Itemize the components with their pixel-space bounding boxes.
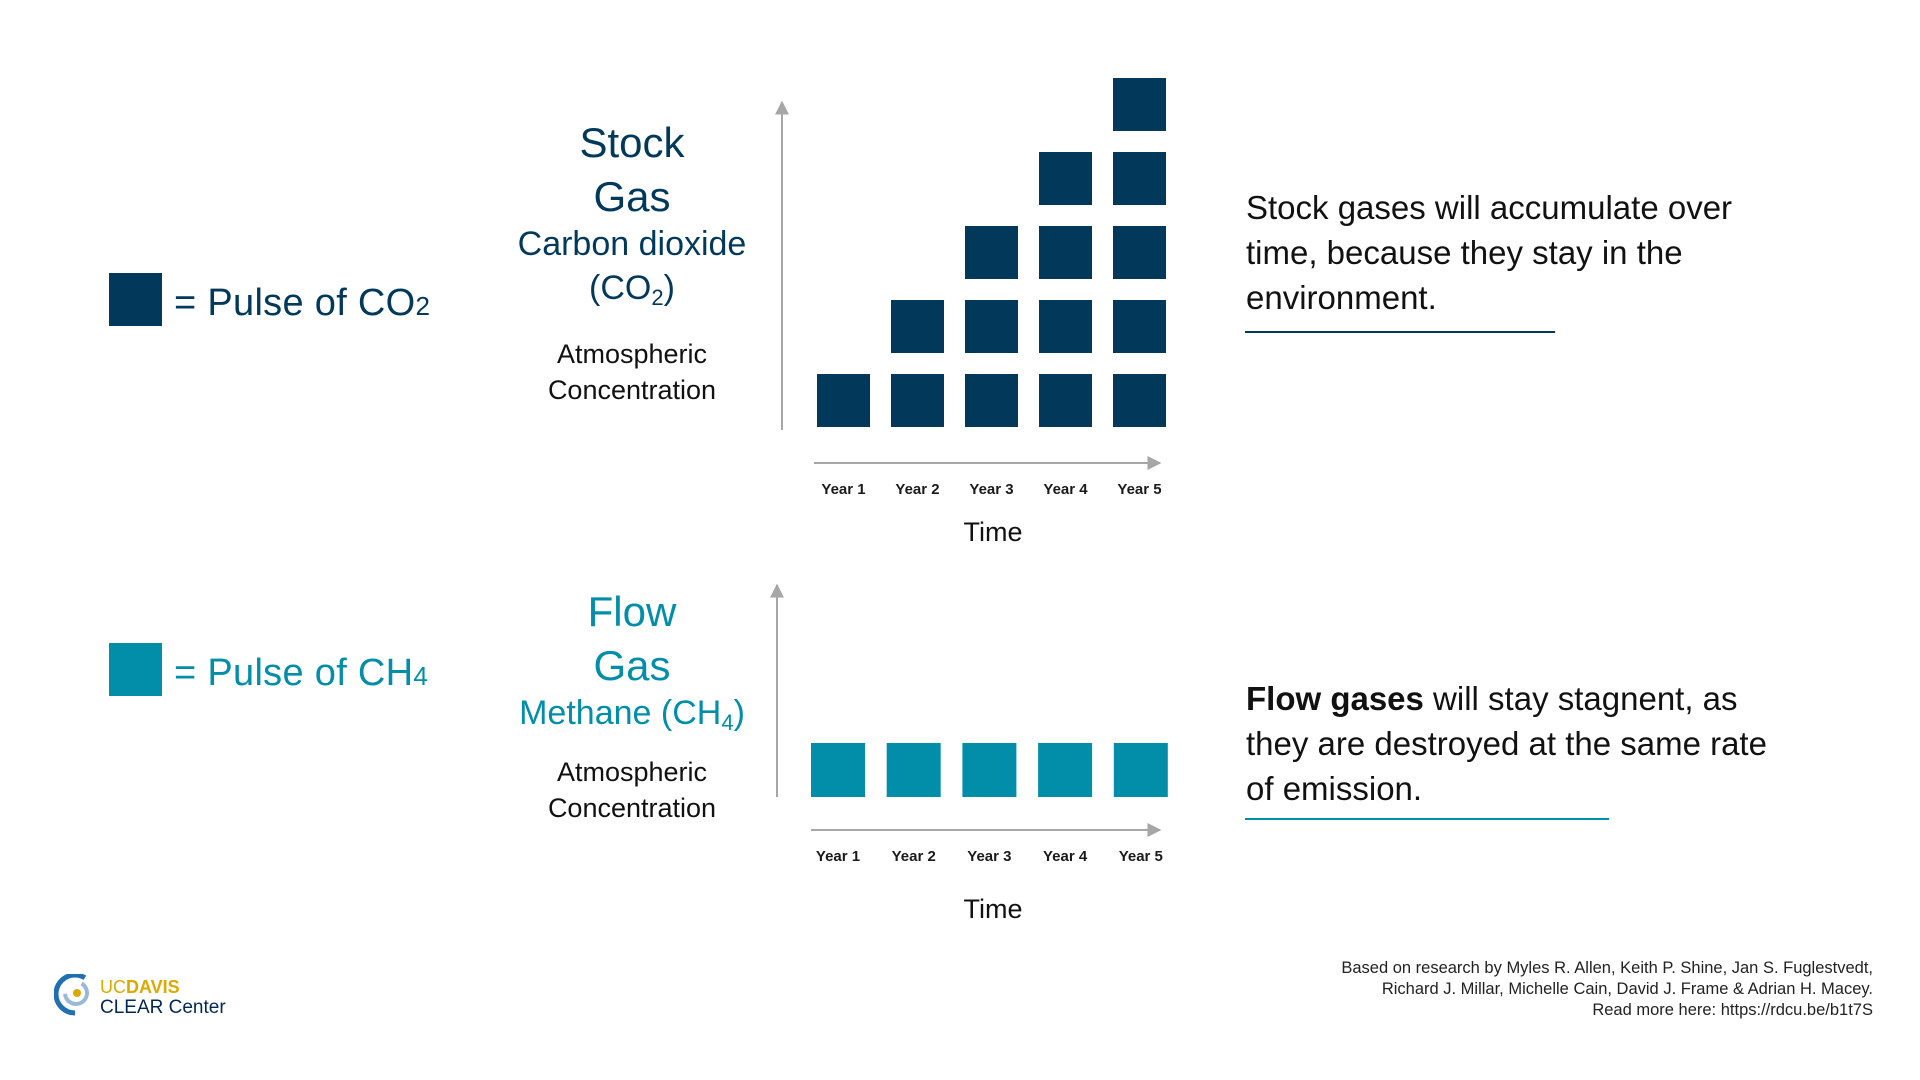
credits-link[interactable]: Read more here: https://rdcu.be/b1t7S <box>1341 1000 1873 1021</box>
logo-clear-center: CLEAR Center <box>100 997 226 1018</box>
stock-description-underline <box>1245 331 1555 333</box>
pulse-square <box>1113 743 1168 797</box>
logo-swirl-icon <box>54 974 97 1016</box>
logo-davis: DAVIS <box>126 977 180 997</box>
description-bold: Flow gases <box>1246 680 1424 717</box>
pulse-square <box>1039 300 1092 353</box>
x-tick-label: Year 1 <box>816 848 860 865</box>
stock-chart: Year 1 Year 2 Year 3 Year 4 Year 5 Time <box>775 78 1166 547</box>
credits-line: Richard J. Millar, Michelle Cain, David … <box>1381 980 1873 998</box>
x-tick-label: Year 2 <box>892 848 936 865</box>
logo-ucdavis: UCDAVIS <box>100 978 180 996</box>
pulse-square <box>1113 374 1166 427</box>
pulse-square <box>1038 743 1093 797</box>
flow-description-underline <box>1245 818 1609 820</box>
flow-chart: Year 1 Year 2 Year 3 Year 4 Year 5 Time <box>770 583 1168 924</box>
pulse-square <box>1039 374 1092 427</box>
pulse-square <box>1113 152 1166 205</box>
pulse-square <box>1113 226 1166 279</box>
pulse-square <box>817 374 870 427</box>
x-tick-label: Year 4 <box>1043 481 1088 498</box>
x-tick-label: Year 5 <box>1117 481 1161 498</box>
stock-description: Stock gases will accumulate over time, b… <box>1246 185 1806 320</box>
x-axis-title: Time <box>964 517 1023 547</box>
pulse-square <box>1039 226 1092 279</box>
x-tick-label: Year 2 <box>895 481 939 498</box>
x-tick-label: Year 1 <box>821 481 865 498</box>
description-text: Stock gases will accumulate over time, b… <box>1246 189 1733 316</box>
research-credits: Based on research by Myles R. Allen, Kei… <box>1341 958 1873 1021</box>
credits-line: Based on research by Myles R. Allen, Kei… <box>1341 959 1873 977</box>
pulse-square <box>965 374 1018 427</box>
logo-uc: UC <box>100 977 126 997</box>
x-tick-label: Year 3 <box>967 848 1011 865</box>
flow-description: Flow gases will stay stagnent, as they a… <box>1246 676 1786 811</box>
charts-svg: Year 1 Year 2 Year 3 Year 4 Year 5 Time Year … <box>770 78 1168 924</box>
pulse-square <box>965 300 1018 353</box>
pulse-square <box>965 226 1018 279</box>
x-tick-label: Year 3 <box>969 481 1013 498</box>
pulse-square <box>1039 152 1092 205</box>
pulse-square <box>891 374 944 427</box>
x-tick-label: Year 4 <box>1043 848 1088 865</box>
pulse-square <box>1113 78 1166 131</box>
x-axis-title: Time <box>964 894 1023 924</box>
pulse-square <box>962 743 1017 797</box>
pulse-square <box>1113 300 1166 353</box>
pulse-square <box>811 743 865 797</box>
pulse-square <box>886 743 941 797</box>
pulse-square <box>891 300 944 353</box>
x-tick-label: Year 5 <box>1119 848 1163 865</box>
ucdavis-clear-center-logo[interactable]: UCDAVIS CLEAR Center <box>54 974 284 1024</box>
